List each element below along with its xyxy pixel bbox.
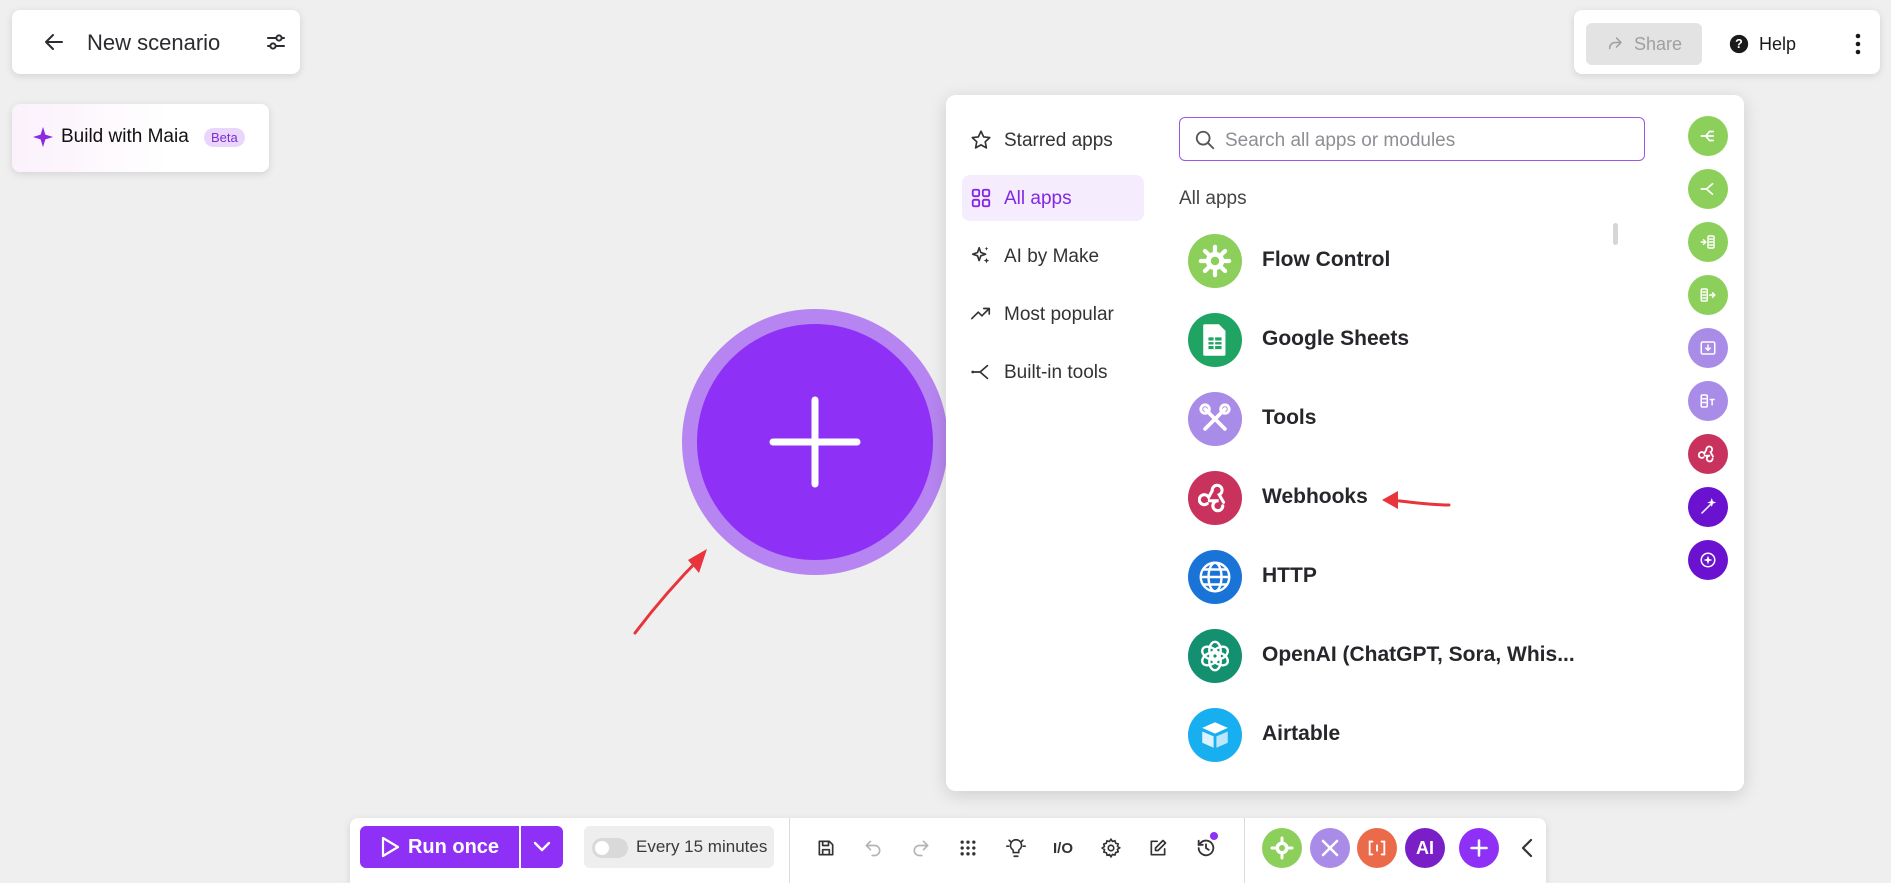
divider [789,818,790,883]
star-icon [970,129,992,151]
add-shortcut-icon[interactable] [1459,828,1499,868]
ai-shortcut-icon[interactable]: AI [1405,828,1445,868]
add-module-button[interactable] [697,324,933,560]
gear-icon [1188,234,1242,288]
sparkles-icon [970,245,992,267]
nav-built-in-tools[interactable]: Built-in tools [962,349,1144,395]
nav-all-apps[interactable]: All apps [962,175,1144,221]
sparkle-icon [32,126,54,148]
tools-shortcut-icon[interactable] [1310,828,1350,868]
share-label: Share [1633,33,1683,54]
webhook-shortcut-icon[interactable] [1688,434,1728,474]
trending-icon [970,303,992,325]
openai-icon [1188,629,1242,683]
beta-badge: Beta [204,128,245,147]
nav-label: AI by Make [1004,246,1100,267]
run-options-dropdown[interactable] [521,826,563,868]
help-icon: ? [1729,34,1749,54]
scrollbar[interactable] [1613,223,1618,245]
google-sheets-icon [1188,313,1242,367]
nav-label: Built-in tools [1004,362,1108,383]
build-with-maia-button[interactable]: Build with Maia Beta [12,104,269,172]
history-icon[interactable] [1192,832,1220,862]
app-name: Flow Control [1262,248,1391,271]
grid-dots-icon[interactable] [954,834,982,862]
share-button[interactable]: Share [1586,23,1702,65]
magic-wand-icon[interactable] [1688,487,1728,527]
run-once-label: Run once [407,835,500,858]
back-arrow-icon[interactable] [42,30,66,54]
undo-icon[interactable] [859,834,887,862]
redo-icon[interactable] [907,834,935,862]
bottom-toolbar: Run once Every 15 minutes I/O AI [350,818,1546,883]
nav-most-popular[interactable]: Most popular [962,291,1144,337]
airtable-icon [1188,708,1242,762]
play-icon [380,836,400,858]
tools-branch-icon [970,361,992,383]
help-button[interactable]: ? Help [1729,23,1796,65]
scenario-title[interactable]: New scenario [87,30,220,56]
search-input[interactable]: Search all apps or modules [1179,117,1645,161]
aggregator-icon[interactable] [1688,275,1728,315]
webhook-icon [1188,471,1242,525]
collapse-chevron-left-icon[interactable] [1507,828,1547,868]
edit-notes-icon[interactable] [1144,834,1172,862]
search-icon [1194,129,1216,151]
category-nav: Starred apps All apps AI by Make Most po… [946,95,1159,791]
apps-list-area: Search all apps or modules All apps Flow… [1158,95,1744,791]
plus-icon [769,396,861,488]
notification-dot [1210,832,1218,840]
router-icon[interactable] [1688,116,1728,156]
top-actions: Share ? Help [1574,10,1880,74]
io-icon[interactable]: I/O [1049,834,1077,862]
globe-icon [1188,550,1242,604]
app-name: Webhooks [1262,485,1368,508]
share-icon [1606,35,1624,53]
app-name: Google Sheets [1262,327,1410,350]
help-label: Help [1759,33,1797,54]
search-placeholder: Search all apps or modules [1225,130,1456,151]
app-name: HTTP [1262,564,1317,587]
save-icon[interactable] [812,834,840,862]
nav-starred-apps[interactable]: Starred apps [962,117,1144,163]
toggle-switch[interactable] [592,838,628,858]
nav-label: All apps [1004,188,1072,209]
download-icon[interactable] [1688,328,1728,368]
gear-icon[interactable] [1097,834,1125,862]
nav-label: Most popular [1004,304,1114,325]
text-parser-shortcut-icon[interactable] [1357,828,1397,868]
arrow-to-add-module [633,554,704,635]
app-picker-panel: Starred apps All apps AI by Make Most po… [946,95,1744,791]
schedule-toggle[interactable]: Every 15 minutes [584,826,774,868]
scenario-header: New scenario [12,10,300,74]
flow-control-shortcut-icon[interactable] [1262,828,1302,868]
nav-label: Starred apps [1004,130,1113,151]
nav-ai-by-make[interactable]: AI by Make [962,233,1144,279]
app-name: OpenAI (ChatGPT, Sora, Whis... [1262,643,1575,666]
sliders-icon[interactable] [264,30,288,54]
schedule-label: Every 15 minutes [636,837,768,856]
text-aggregator-icon[interactable] [1688,381,1728,421]
branch-icon[interactable] [1688,169,1728,209]
maia-label: Build with Maia [61,126,189,147]
chevron-down-icon [533,841,551,852]
svg-text:?: ? [1735,37,1743,51]
app-name: Airtable [1262,722,1341,745]
arrow-head [688,549,707,573]
tools-icon [1188,392,1242,446]
divider [1244,818,1245,883]
section-heading: All apps [1179,188,1247,209]
grid-icon [970,187,992,209]
more-vertical-icon[interactable] [1846,28,1870,60]
iterator-icon[interactable] [1688,222,1728,262]
app-name: Tools [1262,406,1317,429]
run-once-button[interactable]: Run once [360,826,519,868]
ai-agent-icon[interactable] [1688,540,1728,580]
lightbulb-icon[interactable] [1002,834,1030,862]
